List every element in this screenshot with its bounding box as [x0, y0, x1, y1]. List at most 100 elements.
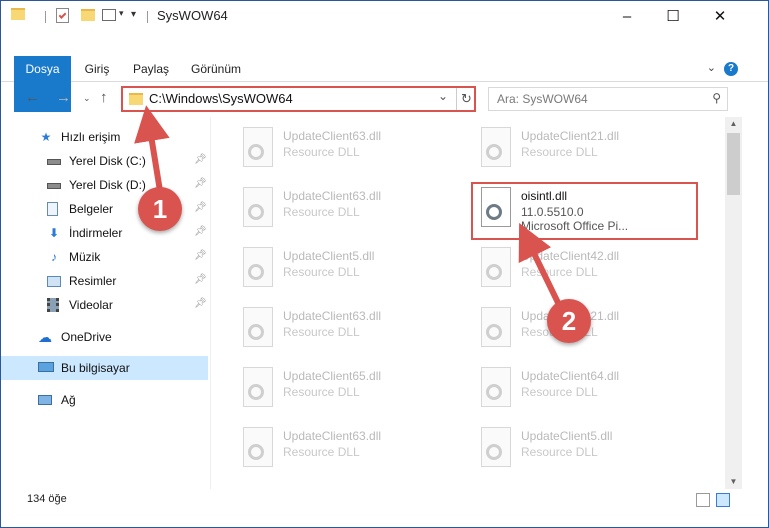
sidebar-item-local-disk-d[interactable]: Yerel Disk (D:) 📌︎ — [1, 173, 208, 197]
sidebar-item-label: Resimler — [69, 274, 117, 288]
list-item[interactable]: UpdateClient63.dll Resource DLL — [231, 421, 461, 477]
pin-icon[interactable]: 📌︎ — [194, 202, 207, 213]
tab-view[interactable]: Görünüm — [189, 56, 243, 82]
list-item[interactable]: UpdateClient5.dll Resource DLL — [469, 421, 699, 477]
sidebar-item-label: Ağ — [61, 393, 76, 407]
toolbar-dropdown-icon[interactable]: ▾ — [131, 9, 136, 20]
new-folder-icon[interactable] — [81, 9, 95, 21]
list-item[interactable]: UpdateClient65.dll Resource DLL — [231, 361, 461, 417]
dll-file-icon — [243, 127, 273, 167]
computer-icon — [38, 361, 54, 375]
properties-icon[interactable] — [56, 8, 69, 23]
address-bar[interactable]: C:\Windows\SysWOW64 ⌄ ↻ — [121, 86, 476, 112]
list-item[interactable]: UpdateClient63.dll Resource DLL — [231, 181, 461, 237]
pin-icon[interactable]: 📌︎ — [194, 274, 207, 285]
chevron-down-icon[interactable]: ▾ — [119, 8, 124, 19]
scrollbar-thumb[interactable] — [727, 133, 740, 195]
sidebar-item-local-disk-c[interactable]: Yerel Disk (C:) 📌︎ — [1, 149, 208, 173]
sidebar-item-label: Yerel Disk (D:) — [69, 178, 146, 192]
file-name: UpdateClient5.dll — [283, 249, 375, 263]
separator — [147, 11, 148, 23]
sidebar-item-pictures[interactable]: Resimler 📌︎ — [1, 269, 208, 293]
search-icon[interactable]: ⚲ — [712, 91, 721, 105]
file-name: UpdateClient42.dll — [521, 249, 620, 263]
recent-locations-icon[interactable]: ⌄ — [83, 93, 91, 104]
up-button[interactable]: ↑ — [100, 89, 108, 106]
list-item[interactable]: UpdateClient5.dll Resource DLL — [231, 241, 461, 297]
pin-icon[interactable]: 📌︎ — [194, 250, 207, 261]
dll-file-icon — [481, 307, 511, 347]
list-item[interactable]: UpdateClient63.dll Resource DLL — [231, 121, 461, 177]
pin-icon[interactable]: 📌︎ — [194, 178, 207, 189]
file-name: UpdateClient5.dll — [521, 429, 613, 443]
file-name: UpdateClient63.dll — [283, 129, 382, 143]
file-name: UpdateClient65.dll — [283, 369, 382, 383]
file-description: Resource DLL — [283, 385, 360, 399]
tab-home[interactable]: Giriş — [81, 56, 113, 82]
pin-icon[interactable]: 📌︎ — [194, 154, 207, 165]
sidebar-item-this-pc[interactable]: Bu bilgisayar — [1, 356, 208, 380]
file-name: UpdateClient63.dll — [283, 429, 382, 443]
chevron-down-icon[interactable]: ⌄ — [438, 89, 448, 103]
dll-file-icon — [481, 247, 511, 287]
list-item[interactable]: UpdateClient63.dll Resource DLL — [231, 301, 461, 357]
target-file-highlight — [471, 182, 698, 240]
sidebar-item-music[interactable]: ♪ Müzik 📌︎ — [1, 245, 208, 269]
dll-file-icon — [243, 307, 273, 347]
step-badge-2: 2 — [547, 299, 591, 343]
file-description: Resource DLL — [521, 445, 598, 459]
file-name: UpdateClient63.dll — [283, 189, 382, 203]
sidebar-item-network[interactable]: Ağ — [1, 388, 208, 412]
sidebar-item-label: Müzik — [69, 250, 101, 264]
large-icons-view-icon[interactable] — [716, 493, 730, 507]
dll-file-icon — [243, 247, 273, 287]
sidebar-item-label: Belgeler — [69, 202, 114, 216]
customize-toolbar-icon[interactable] — [102, 9, 116, 21]
scroll-up-icon[interactable]: ▲ — [725, 117, 742, 131]
cloud-icon: ☁ — [38, 329, 52, 345]
status-bar: 134 öğe — [1, 489, 768, 511]
help-icon[interactable]: ? — [724, 62, 738, 76]
search-placeholder: Ara: SysWOW64 — [497, 92, 588, 106]
file-name: UpdateClient63.dll — [283, 309, 382, 323]
separator — [45, 11, 46, 23]
dll-file-icon — [481, 367, 511, 407]
sidebar-item-label: İndirmeler — [69, 226, 123, 240]
close-button[interactable]: ✕ — [697, 1, 743, 31]
pin-icon[interactable]: 📌︎ — [194, 298, 207, 309]
file-name: UpdateClient21.dll — [521, 129, 620, 143]
sidebar-item-downloads[interactable]: ⬇ İndirmeler 📌︎ — [1, 221, 208, 245]
expand-ribbon-icon[interactable]: ⌄ — [707, 61, 716, 74]
pin-icon[interactable]: 📌︎ — [194, 226, 207, 237]
address-path[interactable]: C:\Windows\SysWOW64 — [149, 91, 293, 106]
tab-share[interactable]: Paylaş — [129, 56, 173, 82]
sidebar-item-quick-access[interactable]: ★ Hızlı erişim — [1, 125, 208, 149]
maximize-button[interactable]: ☐ — [650, 1, 696, 31]
forward-button[interactable]: → — [56, 89, 71, 106]
dll-file-icon — [481, 427, 511, 467]
dll-file-icon — [243, 367, 273, 407]
sidebar-item-onedrive[interactable]: ☁ OneDrive — [1, 325, 208, 349]
scroll-down-icon[interactable]: ▼ — [725, 475, 742, 489]
step-badge-1: 1 — [138, 187, 182, 231]
ribbon-tabs: Dosya Giriş Paylaş Görünüm ⌄ ? — [1, 56, 768, 112]
list-item[interactable]: UpdateClient42.dll Resource DLL — [469, 241, 699, 297]
vertical-scrollbar[interactable]: ▲ ▼ — [725, 117, 742, 489]
file-description: Resource DLL — [283, 325, 360, 339]
details-view-icon[interactable] — [696, 493, 710, 507]
videos-icon — [47, 298, 61, 312]
minimize-button[interactable]: – — [604, 1, 650, 31]
navigation-pane: ★ Hızlı erişim Yerel Disk (C:) 📌︎ Yerel … — [1, 119, 208, 487]
file-description: Resource DLL — [521, 385, 598, 399]
list-item[interactable]: UpdateClient64.dll Resource DLL — [469, 361, 699, 417]
refresh-button[interactable]: ↻ — [456, 88, 476, 110]
back-button[interactable]: ← — [25, 89, 40, 106]
list-item[interactable]: UpdateClient21.dll Resource DLL — [469, 121, 699, 177]
network-icon — [38, 393, 52, 407]
file-description: Resource DLL — [283, 205, 360, 219]
file-description: Resource DLL — [521, 145, 598, 159]
search-input[interactable]: Ara: SysWOW64 ⚲ — [488, 87, 728, 111]
drive-icon — [47, 178, 61, 192]
sidebar-item-videos[interactable]: Videolar 📌︎ — [1, 293, 208, 317]
item-count: 134 öğe — [27, 493, 67, 505]
